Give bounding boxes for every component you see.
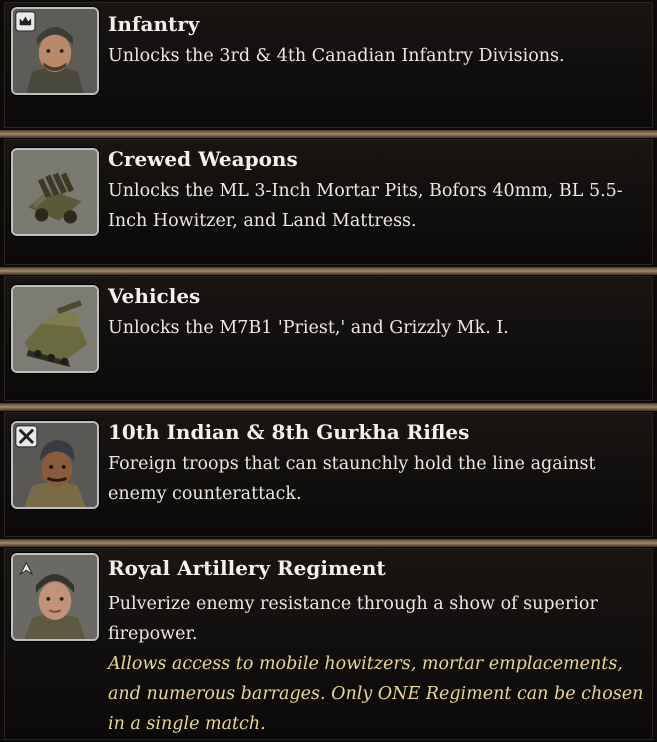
unlock-title: 10th Indian & 8th Gurkha Rifles [108,420,470,444]
vehicles-priest-icon [11,285,99,373]
unlock-description: Foreign troops that can staunchly hold t… [108,454,596,504]
unlock-title: Vehicles [108,284,201,308]
crewed-weapons-mortar-icon [11,148,99,236]
divider [0,403,657,411]
unlock-entry-infantry[interactable]: Infantry Unlocks the 3rd & 4th Canadian … [4,2,653,128]
regiment-unlock-panel: Infantry Unlocks the 3rd & 4th Canadian … [0,0,657,742]
unlock-title: Royal Artillery Regiment [108,556,386,580]
regiment-note: Allows access to mobile howitzers, morta… [108,654,644,734]
artillery-officer-portrait-icon [11,553,99,641]
unlock-entry-vehicles[interactable]: Vehicles Unlocks the M7B1 'Priest,' and … [4,276,653,401]
divider [0,130,657,138]
unlock-description: Unlocks the 3rd & 4th Canadian Infantry … [108,46,565,66]
unlock-description: Pulverize enemy resistance through a sho… [108,594,598,644]
unlock-title: Infantry [108,12,200,36]
unlock-entry-royal-artillery-regiment[interactable]: Royal Artillery Regiment Pulverize enemy… [4,548,653,740]
infantry-soldier-portrait-icon [11,7,99,95]
divider [0,539,657,547]
unlock-title: Crewed Weapons [108,147,298,171]
unlock-description: Unlocks the M7B1 'Priest,' and Grizzly M… [108,318,509,338]
divider [0,267,657,275]
gurkha-rifleman-portrait-icon [11,421,99,509]
unlock-entry-gurkha-rifles[interactable]: 10th Indian & 8th Gurkha Rifles Foreign … [4,412,653,537]
unlock-description: Unlocks the ML 3-Inch Mortar Pits, Bofor… [108,181,623,231]
unlock-entry-crewed-weapons[interactable]: Crewed Weapons Unlocks the ML 3-Inch Mor… [4,139,653,265]
